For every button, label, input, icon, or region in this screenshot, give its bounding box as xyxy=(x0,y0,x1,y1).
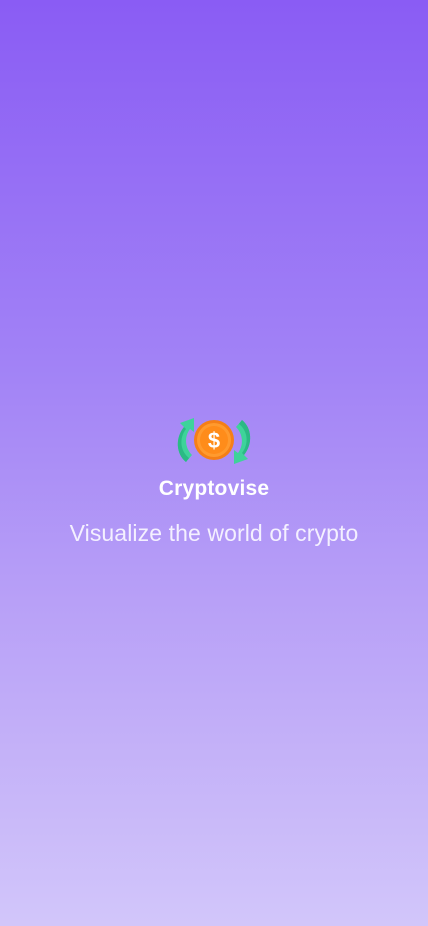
splash-screen: $ Cryptovise Visualize the world of cryp… xyxy=(0,0,428,926)
app-name: Cryptovise xyxy=(158,477,270,500)
brand-group: $ Cryptovise Visualize the world of cryp… xyxy=(0,410,428,548)
svg-text:$: $ xyxy=(208,428,220,453)
app-tagline: Visualize the world of crypto xyxy=(69,520,359,546)
coin-exchange-icon: $ xyxy=(172,410,256,472)
